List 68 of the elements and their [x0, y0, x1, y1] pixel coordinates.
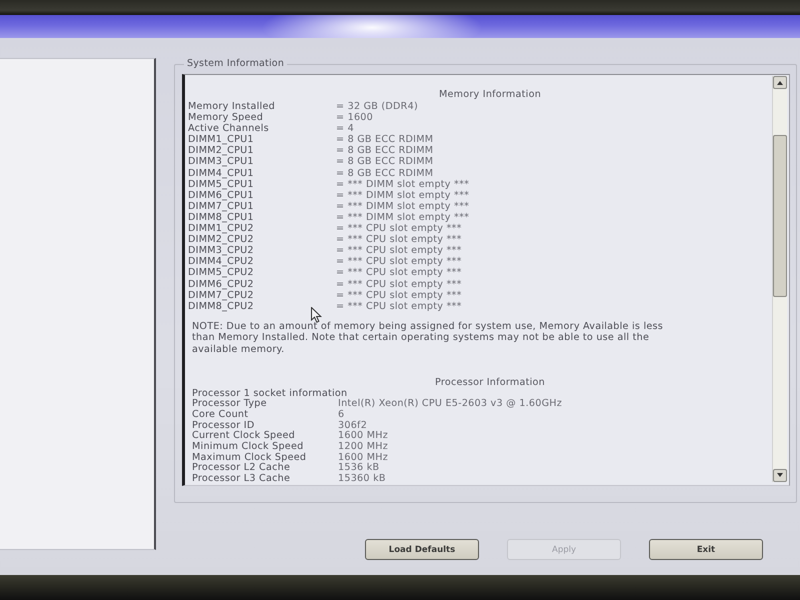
field-label: DIMM8_CPU1 [188, 212, 255, 224]
mouse-pointer-icon [311, 307, 322, 323]
field-label: Core Count [192, 410, 250, 421]
field-label: DIMM3_CPU2 [188, 245, 255, 256]
field-value: = 8 GB ECC RDIMM [336, 134, 434, 146]
note-text: NOTE: Due to an amount of memory being assigned for system use, Memory Available is less than Memory Installed. Note that certain operating systems may not be able to use all the available memory. [192, 320, 664, 356]
field-value: = *** DIMM slot empty *** [336, 212, 470, 224]
field-label: Minimum Clock Speed [192, 442, 304, 452]
field-label: DIMM1_CPU2 [188, 223, 255, 234]
field-value: = *** CPU slot empty *** [336, 300, 462, 312]
field-value: = *** CPU slot empty *** [336, 290, 462, 301]
dialog-button[interactable]: Load Defaults [365, 539, 479, 560]
scroll-up-button[interactable] [773, 76, 787, 89]
field-label: DIMM5_CPU1 [188, 178, 255, 190]
field-value: = *** CPU slot empty *** [336, 223, 462, 234]
field-value: = *** CPU slot empty *** [336, 267, 462, 278]
field-label: Active Channels [188, 123, 270, 134]
field-value: Intel(R) Xeon(R) CPU E5-2603 v3 @ 1.60GHz [338, 399, 562, 410]
field-value: = *** DIMM slot empty *** [336, 200, 470, 212]
scrollbar-track[interactable] [772, 76, 787, 482]
field-label: DIMM6_CPU2 [188, 278, 255, 290]
field-label: Current Clock Speed [192, 431, 296, 442]
field-value: = 1600 [336, 112, 374, 124]
up-triangle-icon [777, 80, 783, 84]
field-value: = 8 GB ECC RDIMM [336, 145, 434, 156]
field-value: 306f2 [338, 420, 368, 431]
field-value: = *** DIMM slot empty *** [336, 178, 470, 190]
field-label: Processor L2 Cache [192, 463, 290, 474]
field-label: DIMM5_CPU2 [188, 267, 255, 278]
field-value: = 8 GB ECC RDIMM [336, 156, 434, 168]
field-label: Memory Speed [188, 112, 264, 124]
field-label: DIMM7_CPU2 [188, 290, 255, 301]
down-triangle-icon [777, 473, 783, 478]
field-label: DIMM2_CPU1 [188, 145, 255, 156]
field-label: Processor ID [192, 420, 254, 431]
section-heading: Memory Information [438, 89, 542, 100]
scrollbar-thumb[interactable] [773, 135, 787, 297]
field-value: 1536 kB [338, 463, 380, 474]
field-label: DIMM1_CPU1 [188, 134, 255, 146]
field-value: 1600 MHz [338, 452, 388, 463]
field-value: = *** CPU slot empty *** [336, 278, 462, 290]
field-value: = *** DIMM slot empty *** [336, 190, 470, 201]
field-value: 15360 kB [338, 474, 386, 485]
field-label: Maximum Clock Speed [192, 452, 308, 463]
field-label: DIMM7_CPU1 [188, 200, 255, 212]
field-label: DIMM6_CPU1 [188, 190, 255, 201]
field-label: DIMM4_CPU1 [188, 168, 255, 179]
section-heading: Processor Information [434, 376, 546, 388]
field-label: Memory Installed [188, 101, 276, 112]
field-value: = 8 GB ECC RDIMM [336, 168, 434, 179]
field-label: Processor L3 Cache [192, 474, 292, 485]
field-label: DIMM2_CPU2 [188, 234, 255, 246]
group-title: System Information [186, 58, 286, 70]
field-value: 6 [338, 410, 344, 420]
field-value: 1600 MHz [338, 431, 388, 442]
field-value: = *** CPU slot empty *** [336, 256, 462, 268]
field-label: DIMM3_CPU1 [188, 156, 255, 168]
dialog-button[interactable]: Exit [649, 539, 763, 560]
field-value: = *** CPU slot empty *** [336, 234, 462, 246]
field-value: = *** CPU slot empty *** [336, 245, 462, 256]
field-label: DIMM4_CPU2 [188, 256, 255, 268]
subheading-text: Processor 1 socket information [192, 388, 348, 399]
field-value: 1200 MHz [338, 442, 388, 452]
field-label: Processor Type [192, 399, 268, 410]
field-label: DIMM8_CPU2 [188, 300, 255, 312]
field-value: = 32 GB (DDR4) [336, 101, 418, 112]
field-value: = 4 [336, 123, 354, 134]
scroll-down-button[interactable] [773, 468, 787, 482]
